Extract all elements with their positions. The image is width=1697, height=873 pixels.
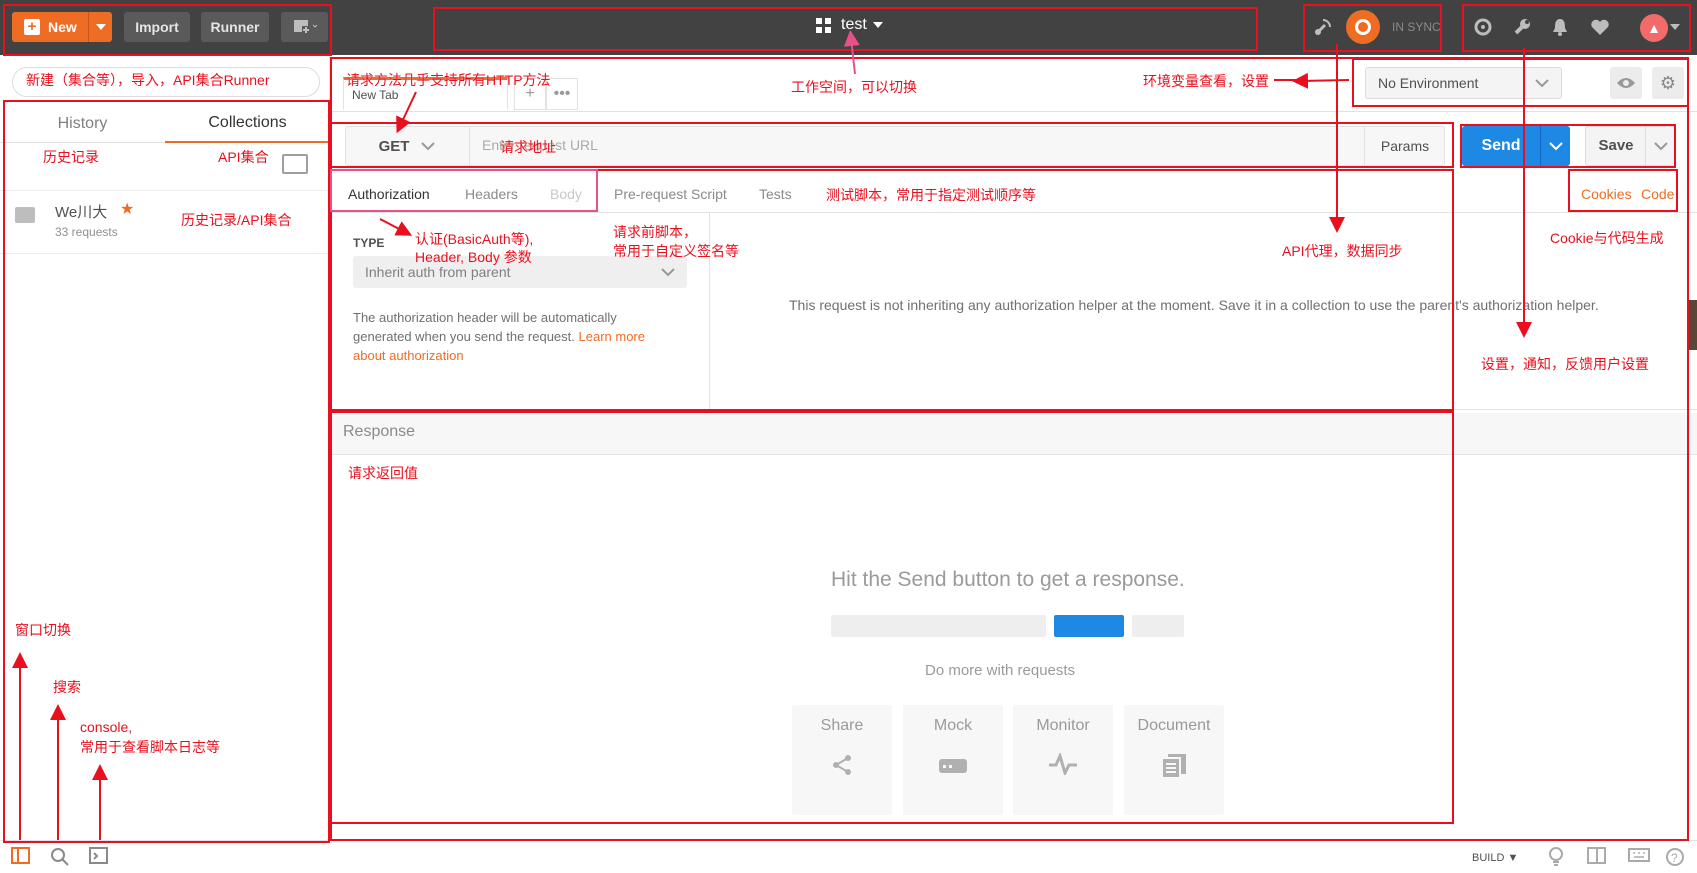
annotation-arrows — [12, 30, 1532, 840]
